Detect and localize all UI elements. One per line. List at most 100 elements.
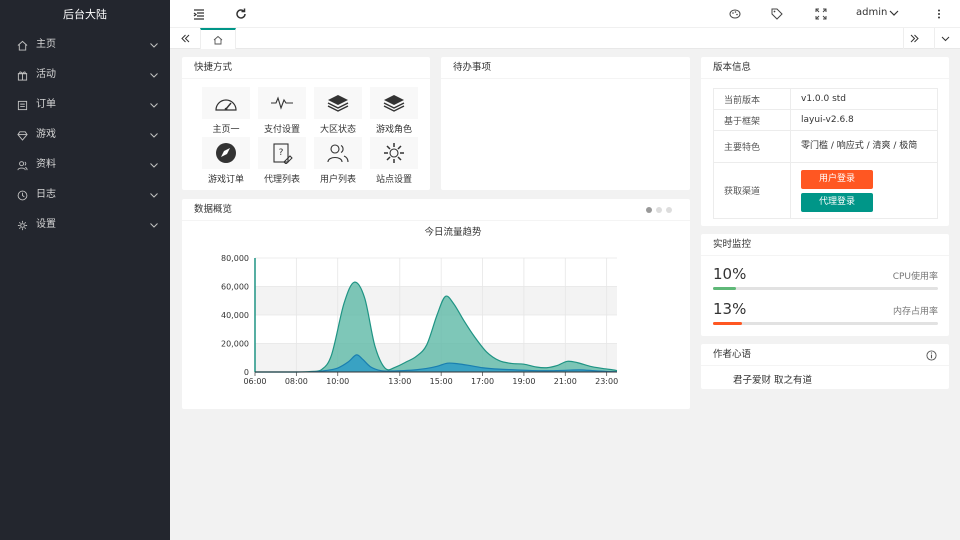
memory-monitor: 13% 内存占用率 xyxy=(713,300,938,330)
y-tick-label: 0 xyxy=(244,368,249,377)
tabs-dropdown-icon[interactable] xyxy=(934,28,956,49)
cpu-progress-fill xyxy=(713,287,736,290)
sidebar-item-5[interactable]: 日志 xyxy=(0,180,170,210)
chevron-down-icon xyxy=(150,133,158,138)
gear-icon xyxy=(370,137,418,169)
y-tick-label: 20,000 xyxy=(221,340,249,349)
x-tick-label: 21:00 xyxy=(554,377,577,386)
clock-icon xyxy=(17,190,28,201)
sidebar-item-label: 资料 xyxy=(36,159,56,170)
table-row: 当前版本 v1.0.0 std xyxy=(713,88,938,110)
monitor-title: 实时监控 xyxy=(701,234,949,256)
users-icon xyxy=(17,160,28,171)
table-key: 当前版本 xyxy=(713,88,791,110)
carousel-dot[interactable] xyxy=(666,207,672,213)
theme-icon[interactable] xyxy=(728,7,742,21)
memory-progress-bar xyxy=(713,322,938,325)
shortcut-item[interactable]: 游戏订单 xyxy=(198,137,254,185)
refresh-icon[interactable] xyxy=(234,7,248,21)
agent-login-button[interactable]: 代理登录 xyxy=(801,192,873,212)
table-row: 获取渠道 用户登录 代理登录 xyxy=(713,162,938,219)
sidebar-item-label: 游戏 xyxy=(36,129,56,140)
chevron-down-icon xyxy=(150,43,158,48)
sidebar-item-2[interactable]: 订单 xyxy=(0,90,170,120)
version-card: 版本信息 当前版本 v1.0.0 std 基于框架 layui-v2.6.8 主… xyxy=(701,57,949,226)
sidebar-item-4[interactable]: 资料 xyxy=(0,150,170,180)
y-tick-label: 80,000 xyxy=(221,254,249,263)
cpu-monitor: 10% CPU使用率 xyxy=(713,265,938,295)
dashboard-icon xyxy=(202,87,250,119)
user-login-button[interactable]: 用户登录 xyxy=(801,169,873,189)
carousel-dot[interactable] xyxy=(656,207,662,213)
tag-icon[interactable] xyxy=(770,7,784,21)
table-value: v1.0.0 std xyxy=(790,88,938,110)
sidebar-item-3[interactable]: 游戏 xyxy=(0,120,170,150)
layers-icon xyxy=(314,87,362,119)
home-icon xyxy=(213,35,223,44)
shortcut-label: 游戏角色 xyxy=(375,125,412,135)
users-icon xyxy=(314,137,362,169)
shortcut-item[interactable]: 用户列表 xyxy=(310,137,366,185)
tabs-prev-icon[interactable] xyxy=(174,28,196,49)
cpu-label: CPU使用率 xyxy=(892,272,938,282)
more-icon[interactable] xyxy=(932,7,946,21)
shortcut-item[interactable]: ? 代理列表 xyxy=(254,137,310,185)
layers-icon xyxy=(370,87,418,119)
svg-text:?: ? xyxy=(279,148,284,158)
chevron-down-icon xyxy=(150,103,158,108)
sidebar-item-0[interactable]: 主页 xyxy=(0,30,170,60)
chevron-down-icon xyxy=(150,193,158,198)
shortcut-item[interactable]: 站点设置 xyxy=(366,137,422,185)
sidebar: 后台大陆 主页活动订单游戏资料日志设置 xyxy=(0,0,170,540)
app-title: 后台大陆 xyxy=(63,8,107,21)
chart-band xyxy=(255,286,617,315)
shortcut-label: 支付设置 xyxy=(263,125,300,135)
info-icon[interactable] xyxy=(926,350,937,361)
author-quote: 君子爱财 取之有道 xyxy=(733,375,813,386)
shortcut-label: 游戏订单 xyxy=(207,175,244,185)
carousel-dot[interactable] xyxy=(646,207,652,213)
overview-card: 数据概览 今日流量趋势 0 20,000 40,000 60,000 80,000 06:0… xyxy=(182,199,690,409)
tabs-bar xyxy=(170,28,960,49)
tabs-next-icon[interactable] xyxy=(903,28,925,49)
shortcut-item[interactable]: 大区状态 xyxy=(310,87,366,135)
sidebar-item-label: 订单 xyxy=(36,99,56,110)
table-row: 基于框架 layui-v2.6.8 xyxy=(713,109,938,131)
sidebar-item-6[interactable]: 设置 xyxy=(0,210,170,240)
x-tick-label: 23:00 xyxy=(595,377,618,386)
chevron-down-icon xyxy=(889,10,899,16)
y-tick-label: 40,000 xyxy=(221,311,249,320)
chevron-down-icon xyxy=(150,223,158,228)
memory-label: 内存占用率 xyxy=(892,307,938,317)
top-header: admin xyxy=(170,0,960,28)
carousel-dots xyxy=(646,207,672,213)
overview-title: 数据概览 xyxy=(182,199,690,221)
shortcut-item[interactable]: 游戏角色 xyxy=(366,87,422,135)
shortcut-label: 主页一 xyxy=(212,125,240,135)
order-icon xyxy=(17,100,28,111)
table-value: layui-v2.6.8 xyxy=(790,109,938,131)
x-tick-label: 10:00 xyxy=(326,377,349,386)
username: admin xyxy=(856,7,888,18)
cpu-progress-bar xyxy=(713,287,938,290)
x-tick-label: 08:00 xyxy=(285,377,308,386)
sidebar-item-label: 设置 xyxy=(36,219,56,230)
sidebar-item-label: 活动 xyxy=(36,69,56,80)
sidebar-item-label: 日志 xyxy=(36,189,56,200)
shortcut-item[interactable]: 支付设置 xyxy=(254,87,310,135)
shortcut-label: 用户列表 xyxy=(319,175,356,185)
author-title: 作者心语 xyxy=(701,344,949,366)
help-doc-icon: ? xyxy=(258,137,306,169)
shortcuts-title: 快捷方式 xyxy=(182,57,430,79)
chart-title: 今日流量趋势 xyxy=(424,226,482,238)
table-row: 主要特色 零门槛 / 响应式 / 清爽 / 极简 xyxy=(713,130,938,163)
x-tick-label: 15:00 xyxy=(430,377,453,386)
tab-home[interactable] xyxy=(200,28,236,49)
user-menu[interactable]: admin xyxy=(856,7,899,18)
sidebar-item-1[interactable]: 活动 xyxy=(0,60,170,90)
memory-progress-fill xyxy=(713,322,743,325)
menu-fold-icon[interactable] xyxy=(192,7,206,21)
shortcuts-card: 快捷方式 主页一 支付设置 大区状态 游戏角色游戏订单 ? 代理列表 用户列表 站点设置 xyxy=(182,57,430,190)
shortcut-item[interactable]: 主页一 xyxy=(198,87,254,135)
fullscreen-icon[interactable] xyxy=(814,7,828,21)
